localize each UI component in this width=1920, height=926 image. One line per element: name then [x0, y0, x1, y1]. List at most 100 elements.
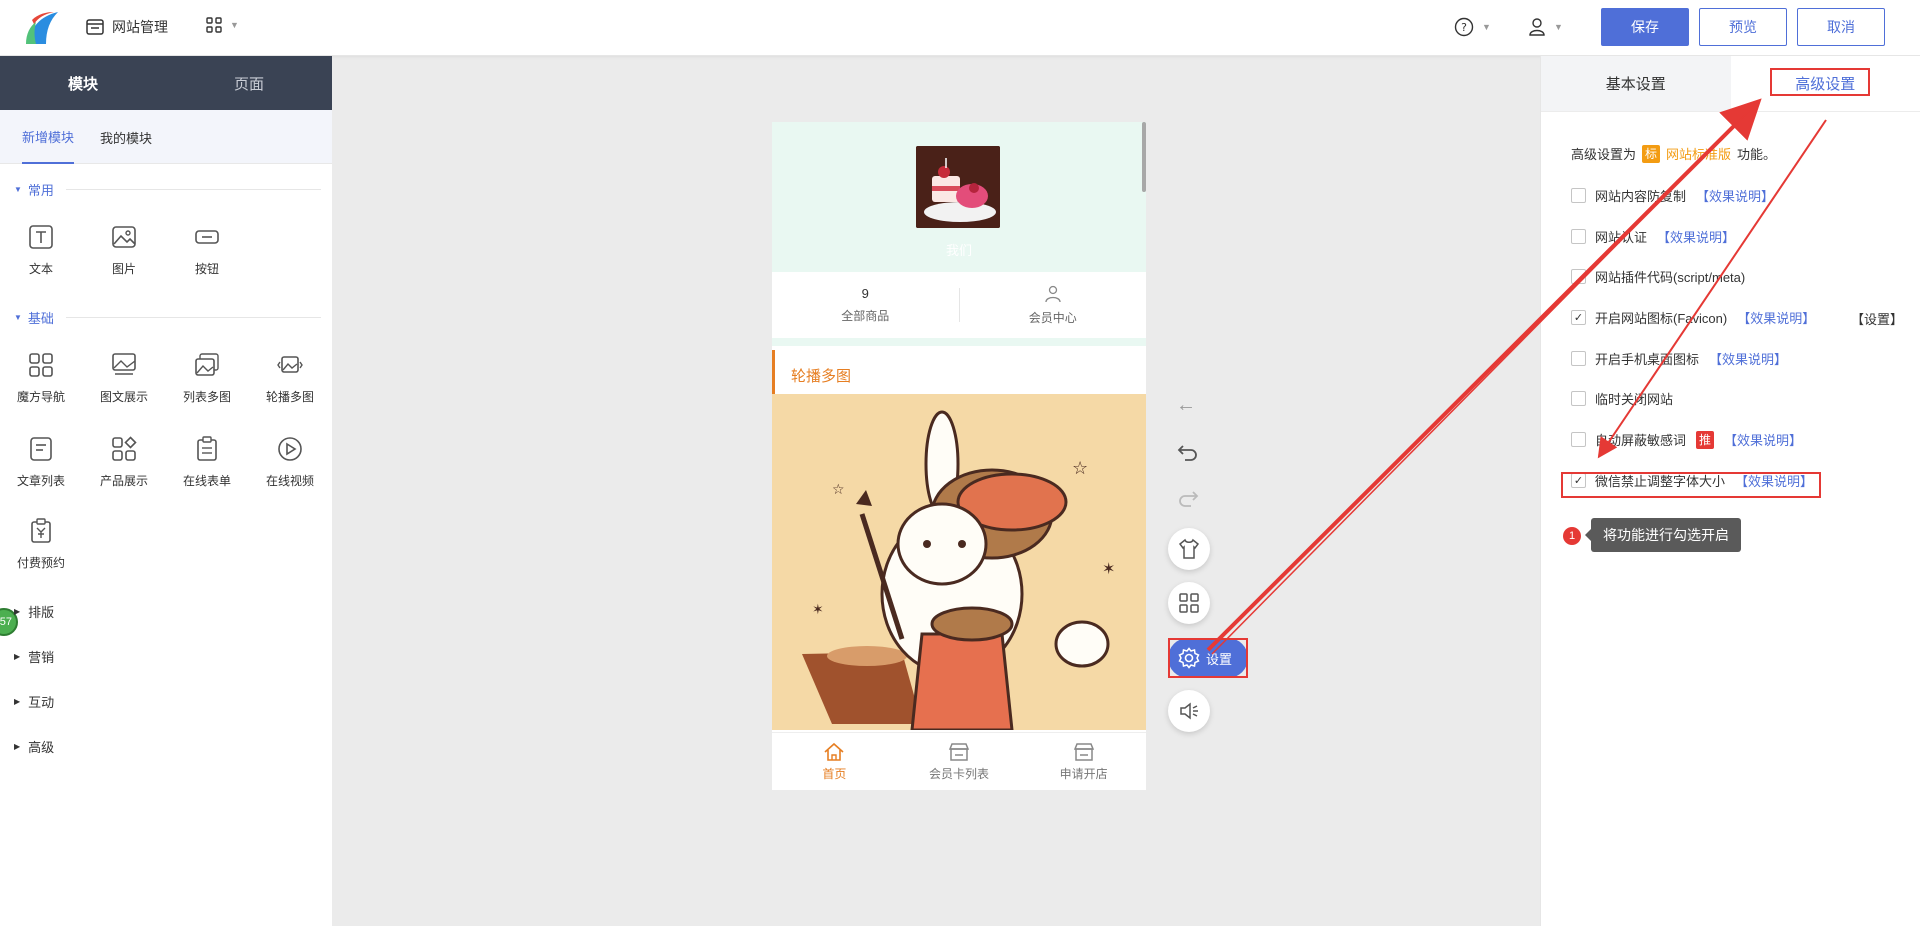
article-list-icon: [30, 437, 52, 461]
option-favicon[interactable]: ✓ 开启网站图标(Favicon) 【效果说明】: [1571, 308, 1815, 327]
all-products-stat[interactable]: 9 全部商品: [772, 272, 959, 338]
image-icon: [112, 226, 136, 248]
section-divider: [65, 189, 321, 190]
checkbox[interactable]: [1571, 391, 1586, 406]
module-paid-booking[interactable]: 付费预约: [0, 518, 82, 571]
option-label: 开启手机桌面图标: [1595, 352, 1700, 367]
module-product-display[interactable]: 产品展示: [83, 436, 165, 489]
cancel-button[interactable]: 取消: [1797, 8, 1885, 46]
module-list-images[interactable]: 列表多图: [166, 352, 248, 405]
section-common[interactable]: ▼ 常用: [14, 180, 321, 199]
redo-icon[interactable]: [1177, 488, 1199, 508]
undo-icon[interactable]: [1177, 442, 1199, 462]
option-label: 网站认证: [1595, 230, 1648, 245]
checkbox[interactable]: [1571, 432, 1586, 447]
module-label: 列表多图: [182, 390, 231, 404]
tab-advanced-settings[interactable]: 高级设置: [1731, 56, 1920, 111]
app-logo[interactable]: [24, 10, 62, 46]
module-online-video[interactable]: 在线视频: [249, 436, 331, 489]
effect-link[interactable]: 【效果说明】: [1696, 186, 1774, 205]
module-button[interactable]: 按钮: [166, 224, 248, 277]
checkbox[interactable]: [1571, 351, 1586, 366]
tab-pages[interactable]: 页面: [166, 56, 332, 110]
module-label: 图文展示: [99, 390, 148, 404]
section-basic[interactable]: ▼ 基础: [14, 308, 321, 327]
svg-text:?: ?: [1461, 21, 1467, 34]
option-desktop-icon[interactable]: 开启手机桌面图标 【效果说明】: [1571, 349, 1787, 368]
nav-open-store[interactable]: 申请开店: [1021, 733, 1146, 790]
section-layout[interactable]: ▶ 排版: [14, 602, 54, 621]
standard-version-link[interactable]: 网站标准版: [1666, 144, 1731, 163]
effect-link[interactable]: 【效果说明】: [1724, 430, 1802, 449]
profile-header: 我们: [772, 122, 1146, 272]
option-close-site[interactable]: 临时关闭网站: [1571, 389, 1673, 408]
button-icon: [195, 230, 219, 244]
tab-modules[interactable]: 模块: [0, 56, 166, 110]
carousel-image[interactable]: ☆ ✶ ☆ ✶: [772, 394, 1146, 730]
option-sensitive-words[interactable]: 自动屏蔽敏感词 推 【效果说明】: [1571, 430, 1802, 449]
module-label: 文章列表: [16, 474, 65, 488]
svg-text:☆: ☆: [832, 482, 845, 498]
save-button[interactable]: 保存: [1601, 8, 1689, 46]
module-carousel[interactable]: 轮播多图: [249, 352, 331, 405]
store-icon: [948, 742, 970, 761]
carousel-title: 轮播多图: [772, 350, 1146, 400]
checkbox[interactable]: [1571, 229, 1586, 244]
section-basic-label: 基础: [27, 311, 54, 326]
shop-avatar[interactable]: [916, 146, 1000, 228]
option-plugin-code[interactable]: 网站插件代码(script/meta): [1571, 267, 1745, 286]
preview-button[interactable]: 预览: [1699, 8, 1787, 46]
effect-link[interactable]: 【效果说明】: [1737, 308, 1815, 327]
nav-label: 首页: [822, 766, 847, 781]
shirt-icon: [1178, 538, 1200, 559]
checkbox-checked[interactable]: ✓: [1571, 473, 1586, 488]
checkbox[interactable]: [1571, 269, 1586, 284]
module-article-list[interactable]: 文章列表: [0, 436, 82, 489]
product-count: 9: [861, 286, 869, 301]
checkbox-checked[interactable]: ✓: [1571, 310, 1586, 325]
site-manage-menu[interactable]: 网站管理: [86, 17, 168, 37]
member-center-stat[interactable]: 会员中心: [960, 272, 1147, 338]
image-text-icon: [112, 353, 136, 375]
phone-scrollbar[interactable]: [1142, 122, 1146, 192]
subtab-my-modules[interactable]: 我的模块: [100, 110, 152, 164]
components-button[interactable]: [1168, 582, 1210, 624]
help-icon: ?: [1454, 17, 1474, 37]
site-manage-label: 网站管理: [112, 19, 168, 35]
apps-menu[interactable]: ▼: [206, 17, 239, 33]
tab-basic-settings[interactable]: 基本设置: [1541, 56, 1731, 111]
module-label: 产品展示: [99, 474, 148, 488]
caret-down-icon: ▼: [14, 313, 22, 322]
effect-link[interactable]: 【效果说明】: [1735, 471, 1813, 490]
nav-member-cards[interactable]: 会员卡列表: [897, 733, 1022, 790]
top-bar: 网站管理 ▼ ? ▼ ▼ 保存 预览 取消: [0, 0, 1920, 56]
module-text[interactable]: 文本: [0, 224, 82, 277]
settings-panel: 基本设置 高级设置 高级设置为 标 网站标准版 功能。 网站内容防复制 【效果说…: [1540, 56, 1920, 926]
module-image-text[interactable]: 图文展示: [83, 352, 165, 405]
back-arrow-icon[interactable]: ←: [1176, 394, 1196, 417]
section-advanced[interactable]: ▶ 高级: [14, 737, 54, 756]
favicon-settings-link[interactable]: 【设置】: [1851, 309, 1903, 328]
effect-link[interactable]: 【效果说明】: [1709, 349, 1787, 368]
checkbox[interactable]: [1571, 188, 1586, 203]
option-anti-copy[interactable]: 网站内容防复制 【效果说明】: [1571, 186, 1774, 205]
section-marketing[interactable]: ▶ 营销: [14, 647, 54, 666]
module-magic-nav[interactable]: 魔方导航: [0, 352, 82, 405]
announcement-button[interactable]: [1168, 690, 1210, 732]
option-wechat-font-lock[interactable]: ✓ 微信禁止调整字体大小 【效果说明】: [1571, 471, 1813, 490]
module-online-form[interactable]: 在线表单: [166, 436, 248, 489]
effect-link[interactable]: 【效果说明】: [1657, 227, 1735, 246]
nav-label: 会员卡列表: [929, 766, 990, 781]
nav-home[interactable]: 首页: [772, 733, 897, 790]
module-label: 在线视频: [265, 474, 314, 488]
option-site-auth[interactable]: 网站认证 【效果说明】: [1571, 227, 1735, 246]
subtab-new-modules[interactable]: 新增模块: [22, 110, 75, 164]
help-menu[interactable]: ? ▼: [1454, 17, 1491, 37]
module-image[interactable]: 图片: [83, 224, 165, 277]
stats-bar: 9 全部商品 会员中心: [772, 272, 1146, 338]
separator: [772, 338, 1146, 346]
settings-button[interactable]: 设置: [1168, 638, 1248, 678]
section-interact[interactable]: ▶ 互动: [14, 692, 54, 711]
user-menu[interactable]: ▼: [1528, 17, 1563, 37]
theme-button[interactable]: [1168, 528, 1210, 570]
